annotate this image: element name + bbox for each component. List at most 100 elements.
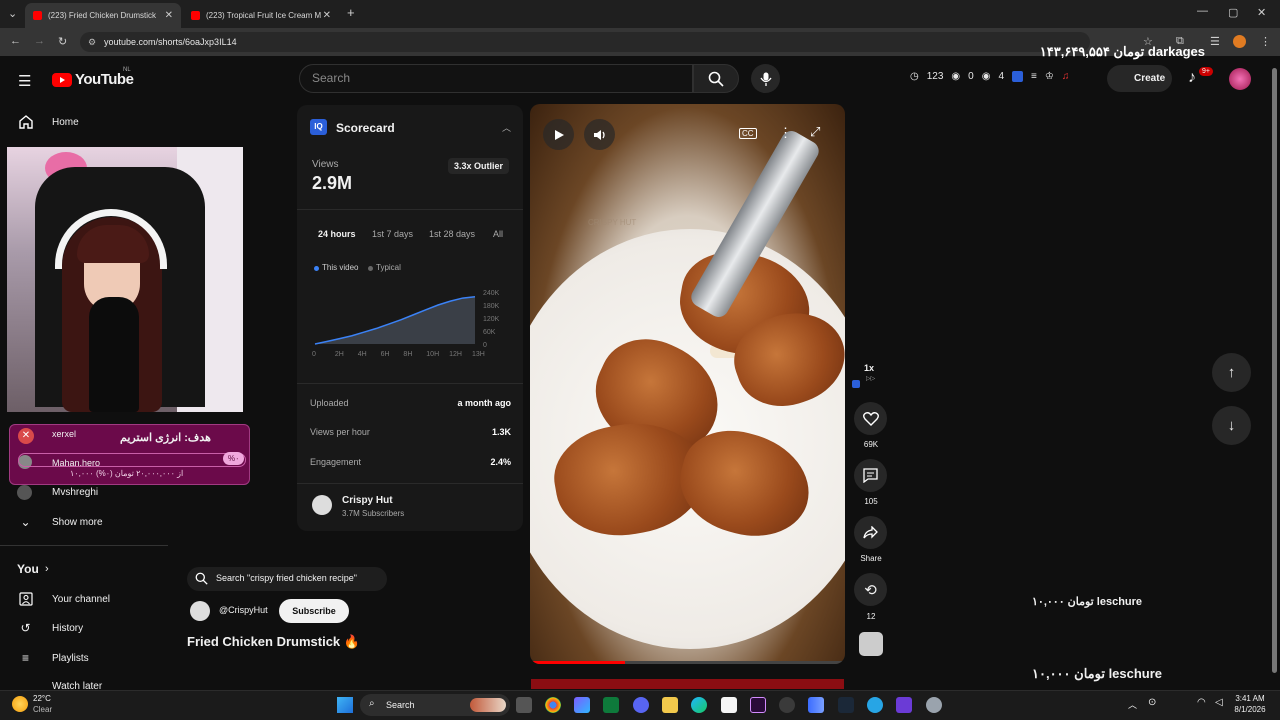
volume-button[interactable]	[584, 119, 615, 150]
bell-extension-icon[interactable]: ♫	[1062, 71, 1070, 82]
tray-mic-icon[interactable]: ⊙	[1148, 697, 1156, 708]
remix-button[interactable]: ⟲	[854, 573, 887, 606]
comments-button[interactable]	[854, 459, 887, 492]
range-tab-24h[interactable]: 24 hours	[318, 229, 356, 239]
sidebar-you-header[interactable]: You ›	[0, 556, 168, 582]
vidiq-mini-icon[interactable]	[852, 380, 860, 388]
clock-date[interactable]: 8/1/2026	[1228, 705, 1272, 714]
telegram-icon[interactable]	[867, 697, 883, 713]
channel-name[interactable]: Crispy Hut	[342, 495, 393, 506]
next-short-button[interactable]: ↓	[1212, 406, 1251, 445]
page-scrollbar[interactable]	[1270, 60, 1278, 690]
more-options-icon[interactable]: ⋮	[779, 125, 792, 141]
maximize-icon[interactable]: ▢	[1228, 6, 1238, 19]
divider	[297, 483, 523, 484]
range-tab-28d[interactable]: 1st 28 days	[429, 229, 475, 239]
address-bar[interactable]: ⚙ youtube.com/shorts/6oaJxp3IL14	[80, 32, 1090, 52]
next-video-peek[interactable]	[531, 679, 844, 689]
progress-track[interactable]	[530, 661, 845, 664]
sidebar-item-your-channel[interactable]: Your channel	[0, 586, 168, 612]
vidiq-icon[interactable]	[1012, 71, 1024, 82]
obs-icon[interactable]	[779, 697, 795, 713]
youtube-logo[interactable]: YouTube NL	[52, 67, 134, 88]
search-suggestion-chip[interactable]: Search "crispy fried chicken recipe"	[187, 567, 387, 591]
fullscreen-icon[interactable]: ⤢	[810, 124, 820, 140]
captions-icon[interactable]: CC	[739, 128, 757, 139]
windows-start-icon[interactable]	[337, 697, 353, 713]
minimize-icon[interactable]: —	[1197, 5, 1208, 17]
channel-avatar[interactable]	[312, 495, 332, 515]
speaker-icon[interactable]: ◁	[1215, 697, 1223, 708]
sidebar-item-watch-later[interactable]: Watch later	[0, 675, 168, 689]
playback-speed-label[interactable]: 1x	[864, 363, 874, 373]
comment-icon	[863, 468, 878, 483]
account-avatar[interactable]	[1229, 68, 1251, 90]
weather-icon[interactable]	[12, 696, 28, 712]
shorts-video-player[interactable]: CRISPY HUT CC ⋮ ⤢	[530, 104, 845, 664]
x-tick-label: 6H	[381, 351, 390, 358]
tab-fried-chicken[interactable]: (223) Fried Chicken Drumstick ✕	[25, 3, 181, 28]
premiere-icon[interactable]	[750, 697, 766, 713]
close-window-icon[interactable]: ✕	[1257, 6, 1266, 19]
sound-thumbnail[interactable]	[859, 632, 883, 656]
settings-icon[interactable]	[926, 697, 942, 713]
scrollbar-thumb[interactable]	[1272, 68, 1277, 673]
new-tab-button[interactable]: +	[347, 5, 355, 20]
back-icon[interactable]: ←	[10, 35, 21, 47]
notifications-bell-icon[interactable]: ♪	[1188, 69, 1196, 87]
browser-menu-icon[interactable]: ⋮	[1260, 35, 1271, 48]
clock-time[interactable]: 3:41 AM	[1230, 694, 1270, 703]
sidebar-item-history[interactable]: ↺ History	[0, 615, 168, 641]
channel-subscribers: 3.7M Subscribers	[342, 509, 405, 518]
reload-icon[interactable]: ↻	[58, 35, 67, 48]
forward-icon[interactable]: →	[34, 35, 45, 47]
task-view-icon[interactable]	[516, 697, 532, 713]
taskbar-search[interactable]: ⌕ Search	[360, 694, 510, 716]
store-icon[interactable]	[721, 697, 737, 713]
playlist-icon: ≡	[21, 651, 29, 665]
search-input[interactable]: Search	[299, 64, 693, 93]
discord-icon[interactable]	[633, 697, 649, 713]
previous-short-button[interactable]: ↑	[1212, 353, 1251, 392]
sidebar-item-home[interactable]: Home	[0, 109, 168, 135]
close-icon[interactable]: ✕	[18, 428, 34, 444]
divider	[297, 209, 523, 210]
app-icon[interactable]	[896, 697, 912, 713]
site-info-icon[interactable]: ⚙	[88, 32, 96, 52]
share-button[interactable]	[854, 516, 887, 549]
subscribe-button[interactable]: Subscribe	[279, 599, 349, 623]
channel-handle[interactable]: @CrispyHut	[219, 605, 268, 615]
edge-icon[interactable]	[691, 697, 707, 713]
voice-search-button[interactable]	[751, 64, 780, 93]
file-explorer-icon[interactable]	[662, 697, 678, 713]
tab-ice-cream[interactable]: (223) Tropical Fruit Ice Cream M ✕	[183, 3, 339, 28]
tray-chevron-icon[interactable]: ︿	[1128, 698, 1137, 711]
copilot-icon[interactable]	[574, 697, 590, 713]
sidebar-item-playlists[interactable]: ≡ Playlists	[0, 645, 168, 671]
wifi-icon[interactable]: ◠	[1197, 697, 1206, 708]
create-button[interactable]: Create	[1107, 65, 1172, 92]
list-icon[interactable]: ≡	[1031, 71, 1037, 82]
stats-app-icon[interactable]	[808, 697, 824, 713]
reading-list-icon[interactable]: ☰	[1210, 35, 1220, 48]
profile-avatar[interactable]	[1233, 35, 1246, 48]
chrome-icon[interactable]	[545, 697, 561, 713]
sidebar-show-more[interactable]: ⌄ Show more	[0, 509, 168, 535]
close-tab-icon[interactable]: ✕	[165, 10, 173, 21]
tab-list-icon[interactable]: ⌄	[8, 7, 17, 20]
hamburger-menu-icon[interactable]: ☰	[18, 72, 31, 90]
channel-avatar[interactable]	[190, 601, 210, 621]
trophy-icon[interactable]: ♔	[1045, 71, 1054, 82]
range-tab-all[interactable]: All	[493, 229, 503, 239]
weather-temp[interactable]: 22°C	[33, 694, 51, 703]
close-tab-icon[interactable]: ✕	[323, 10, 331, 21]
like-button[interactable]	[854, 402, 887, 435]
play-button[interactable]	[543, 119, 574, 150]
steam-icon[interactable]	[838, 697, 854, 713]
collapse-chevron-icon[interactable]: ︿	[502, 121, 511, 134]
app-icon[interactable]	[603, 697, 619, 713]
range-tab-7d[interactable]: 1st 7 days	[372, 229, 413, 239]
x-tick-label: 2H	[335, 351, 344, 358]
search-button[interactable]	[693, 64, 739, 93]
studio-microphone	[89, 297, 139, 412]
